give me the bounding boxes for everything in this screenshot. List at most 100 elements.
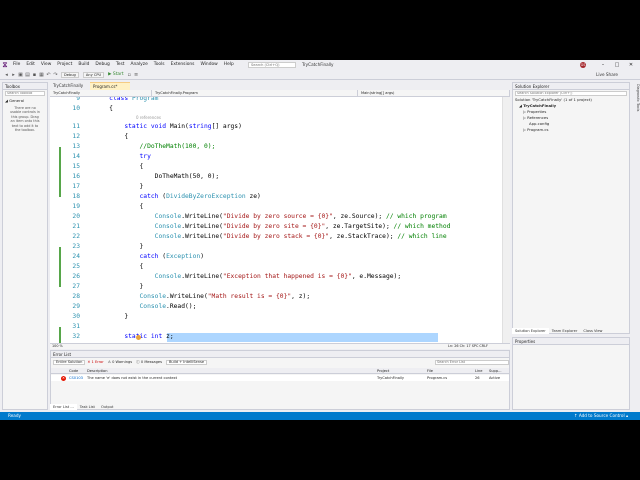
code-line[interactable]: 18 catch (DivideByZeroException ze) <box>50 191 502 201</box>
tab-solution-explorer[interactable]: Solution Explorer <box>512 328 549 334</box>
gutter[interactable] <box>80 261 94 271</box>
menu-extensions[interactable]: Extensions <box>168 60 198 70</box>
code-line[interactable]: 17 } <box>50 181 502 191</box>
menu-file[interactable]: File <box>10 60 23 70</box>
gutter[interactable] <box>80 241 94 251</box>
config-dropdown[interactable]: Debug <box>61 71 79 78</box>
col-description[interactable]: Description <box>87 368 107 374</box>
gutter[interactable] <box>80 291 94 301</box>
search-input[interactable]: Search (Ctrl+Q) <box>248 62 296 68</box>
code-line[interactable]: 22 Console.WriteLine("Divide by zero sta… <box>50 231 502 241</box>
gutter[interactable] <box>80 201 94 211</box>
menu-window[interactable]: Window <box>197 60 220 70</box>
gutter[interactable] <box>80 131 94 141</box>
save-icon[interactable]: ▪ <box>31 72 38 78</box>
tab-trycatchfinally[interactable]: TryCatchFinally <box>50 82 90 90</box>
menu-test[interactable]: Test <box>113 60 128 70</box>
menu-help[interactable]: Help <box>221 60 237 70</box>
errors-filter[interactable]: ✕ 1 Error <box>87 360 103 364</box>
code-line[interactable]: 11 static void Main(string[] args) <box>50 121 502 131</box>
code-line[interactable]: 16 DoTheMath(50, 0); <box>50 171 502 181</box>
gutter[interactable] <box>80 331 94 341</box>
diagnostic-tools-tab[interactable]: Diagnostic Tools <box>631 82 640 142</box>
minimize-icon[interactable]: – <box>596 60 610 70</box>
editor-scrollbar[interactable] <box>502 97 510 343</box>
gutter[interactable] <box>80 121 94 131</box>
gutter[interactable] <box>80 301 94 311</box>
code-line[interactable]: 27 } <box>50 281 502 291</box>
quick-action-icon[interactable] <box>136 335 141 340</box>
platform-dropdown[interactable]: Any CPU <box>82 71 105 78</box>
gutter[interactable] <box>80 103 94 113</box>
code-line[interactable]: 25 { <box>50 261 502 271</box>
table-row[interactable]: ✕ CS0103 The name 'e' does not exist in … <box>51 375 509 381</box>
gutter[interactable] <box>80 231 94 241</box>
gutter[interactable] <box>80 271 94 281</box>
code-line[interactable]: 15 { <box>50 161 502 171</box>
codelens-references[interactable]: 0 references <box>136 115 161 120</box>
menu-project[interactable]: Project <box>54 60 75 70</box>
menu-view[interactable]: View <box>38 60 54 70</box>
code-line[interactable]: 20 Console.WriteLine("Divide by zero sou… <box>50 211 502 221</box>
menu-debug[interactable]: Debug <box>92 60 112 70</box>
back-icon[interactable]: ◂ <box>3 72 10 78</box>
redo-icon[interactable]: ↷ <box>52 72 59 78</box>
code-line[interactable]: 14 try <box>50 151 502 161</box>
scope-dropdown[interactable]: Entire Solution <box>53 359 86 365</box>
save-all-icon[interactable]: ▦ <box>38 72 45 78</box>
undo-icon[interactable]: ↶ <box>45 72 52 78</box>
tab-task-list[interactable]: Task List <box>77 404 98 410</box>
code-line[interactable]: 26 Console.WriteLine("Exception that hap… <box>50 271 502 281</box>
col-line[interactable]: Line <box>475 368 483 374</box>
code-line[interactable]: 31 <box>50 321 502 331</box>
col-suppression[interactable]: Supp... <box>489 368 502 374</box>
menu-build[interactable]: Build <box>75 60 92 70</box>
code-line[interactable]: 28 Console.WriteLine("Math result is = {… <box>50 291 502 301</box>
gutter[interactable] <box>80 181 94 191</box>
toolbox-group-general[interactable]: ◢ General <box>3 97 47 104</box>
gutter[interactable] <box>80 211 94 221</box>
tab-output[interactable]: Output <box>98 404 116 410</box>
gutter[interactable] <box>80 151 94 161</box>
col-project[interactable]: Project <box>377 368 389 374</box>
gutter[interactable] <box>80 281 94 291</box>
maximize-icon[interactable]: □ <box>610 60 624 70</box>
gutter[interactable] <box>80 311 94 321</box>
close-icon[interactable]: ✕ <box>624 60 638 70</box>
forward-icon[interactable]: ▸ <box>10 72 17 78</box>
start-button[interactable]: ▶ Start <box>108 72 124 77</box>
project-dropdown[interactable]: TryCatchFinally <box>50 90 152 96</box>
add-to-source-control-button[interactable]: ↑ Add to Source Control ▴ <box>574 412 628 420</box>
col-file[interactable]: File <box>427 368 433 374</box>
tab-class-view[interactable]: Class View <box>580 328 605 334</box>
new-project-icon[interactable]: ▣ <box>17 72 24 78</box>
code-line[interactable]: 13 //DoTheMath(100, 0); <box>50 141 502 151</box>
error-code[interactable]: CS0103 <box>69 375 83 381</box>
code-line[interactable]: 32 static int z; <box>50 331 502 341</box>
gutter[interactable] <box>80 191 94 201</box>
member-dropdown[interactable]: Main(string[] args) <box>358 90 510 96</box>
messages-filter[interactable]: ⓘ 0 Messages <box>136 360 162 365</box>
code-line[interactable]: 19 { <box>50 201 502 211</box>
warnings-filter[interactable]: ⚠ 0 Warnings <box>108 360 132 364</box>
gutter[interactable] <box>80 171 94 181</box>
code-line[interactable]: 30 } <box>50 311 502 321</box>
tab-program-cs[interactable]: Program.cs* <box>90 82 130 90</box>
type-dropdown[interactable]: TryCatchFinally.Program <box>152 90 358 96</box>
code-editor[interactable]: 0 references 9 class Program 10 {11 stati… <box>50 97 502 343</box>
comment-icon[interactable]: ≡ <box>133 72 140 78</box>
col-code[interactable]: Code <box>69 368 78 374</box>
code-line[interactable]: 29 Console.Read(); <box>50 301 502 311</box>
code-line[interactable]: 12 { <box>50 131 502 141</box>
tab-error-list[interactable]: Error List ... <box>50 404 77 410</box>
tab-team-explorer[interactable]: Team Explorer <box>549 328 581 334</box>
menu-analyze[interactable]: Analyze <box>127 60 150 70</box>
solution-search-input[interactable]: Search Solution Explorer (Ctrl+;) <box>515 91 627 96</box>
attach-icon[interactable]: ▫ <box>126 72 133 78</box>
gutter[interactable] <box>80 321 94 331</box>
live-share-button[interactable]: Live Share <box>596 71 618 79</box>
code-line[interactable]: 10 { <box>50 103 502 113</box>
program-cs-node[interactable]: ▷ Program.cs <box>513 127 629 133</box>
build-filter-dropdown[interactable]: Build + IntelliSense <box>165 359 208 365</box>
gutter[interactable] <box>80 161 94 171</box>
